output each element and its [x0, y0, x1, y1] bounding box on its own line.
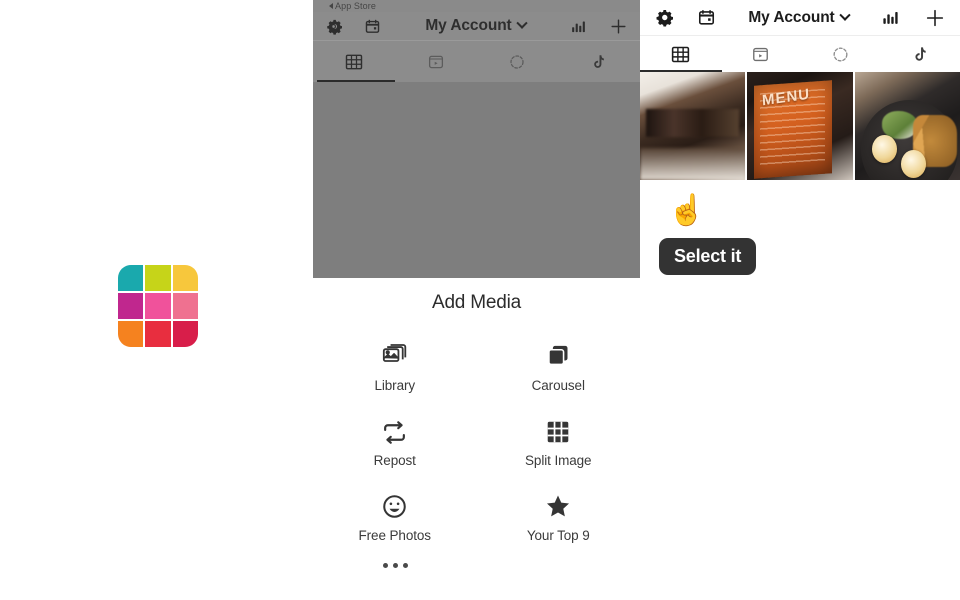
icon-tile-1	[145, 265, 171, 291]
pointing-up-hand-icon: ☝	[668, 194, 706, 227]
option-label: Library	[374, 378, 416, 393]
right-tab-bar	[640, 36, 960, 72]
back-link-label: App Store	[335, 1, 376, 11]
dimmed-content-overlay	[313, 82, 640, 278]
grid-photo-cafe[interactable]	[640, 72, 746, 180]
option-free-photos[interactable]: Free Photos	[313, 490, 477, 543]
option-label: Repost	[373, 453, 416, 468]
sidebar-item-reels[interactable]	[720, 36, 800, 72]
option-label: Split Image	[525, 453, 592, 468]
option-your-top-9[interactable]: Your Top 9	[477, 490, 641, 543]
icon-tile-6	[118, 321, 144, 347]
grid-photo-food-plate[interactable]	[854, 72, 960, 180]
middle-phone-panel: App Store My Account Add Media Library C…	[313, 0, 640, 600]
grid-photo-menu-board[interactable]: MENU	[747, 72, 853, 180]
smiley-face-icon	[381, 490, 408, 520]
icon-tile-3	[118, 293, 144, 319]
sidebar-item-reels[interactable]	[395, 41, 477, 82]
middle-app-header: My Account	[313, 12, 640, 41]
account-name: My Account	[748, 8, 835, 26]
egg-shape	[901, 149, 927, 178]
dot	[382, 563, 388, 568]
right-app-header: My Account	[640, 0, 960, 36]
middle-tab-bar	[313, 41, 640, 82]
icon-tile-0	[118, 265, 144, 291]
active-tab-indicator	[317, 79, 395, 82]
calendar-icon[interactable]	[697, 8, 716, 27]
sidebar-item-grid[interactable]	[313, 41, 395, 82]
account-switcher[interactable]: My Account	[381, 17, 570, 35]
right-phone-panel: My Account MENU	[640, 0, 960, 600]
icon-tile-7	[145, 321, 171, 347]
repeat-arrows-icon	[381, 415, 408, 445]
icon-tile-2	[172, 265, 198, 291]
add-media-sheet: Add Media Library Carousel Repost Split …	[313, 278, 640, 568]
media-grid-row: MENU	[640, 72, 960, 180]
plus-icon[interactable]	[924, 7, 946, 29]
star-icon	[544, 490, 572, 520]
option-label: Your Top 9	[526, 528, 590, 543]
bar-chart-icon[interactable]	[570, 18, 587, 35]
split-grid-icon	[545, 415, 571, 445]
account-name: My Account	[425, 17, 512, 34]
triangle-left-icon	[329, 3, 333, 9]
ellipsis-icon[interactable]	[382, 563, 408, 568]
gear-icon[interactable]	[654, 8, 673, 27]
icon-tile-8	[172, 321, 198, 347]
egg-shape	[871, 134, 897, 163]
calendar-icon[interactable]	[364, 18, 381, 35]
more-options-row	[313, 563, 640, 568]
gear-icon[interactable]	[325, 18, 342, 35]
screenshot-stage: App Store My Account Add Media Library C…	[0, 0, 960, 600]
icon-tile-4	[145, 293, 171, 319]
account-switcher[interactable]: My Account	[716, 9, 881, 27]
chevron-down-icon	[515, 17, 528, 29]
dot	[392, 563, 398, 568]
dot	[402, 563, 408, 568]
option-label: Carousel	[531, 378, 585, 393]
option-repost[interactable]: Repost	[313, 415, 477, 468]
bar-chart-icon[interactable]	[881, 8, 900, 27]
photo-stack-icon	[381, 340, 408, 370]
sidebar-item-tiktok[interactable]	[558, 41, 640, 82]
app-icon-grid	[118, 265, 198, 347]
ios-status-bar: App Store	[313, 0, 640, 12]
sheet-title: Add Media	[431, 292, 522, 313]
sidebar-item-story[interactable]	[477, 41, 559, 82]
sidebar-item-tiktok[interactable]	[880, 36, 960, 72]
back-to-app-store-link[interactable]: App Store	[329, 1, 376, 11]
icon-tile-5	[172, 293, 198, 319]
sidebar-item-grid[interactable]	[640, 36, 720, 72]
select-it-tooltip: Select it	[659, 238, 757, 275]
sidebar-item-story[interactable]	[800, 36, 880, 72]
option-label: Free Photos	[358, 528, 432, 543]
stacked-squares-icon	[545, 340, 572, 370]
menu-board-text: MENU	[761, 85, 811, 110]
option-carousel[interactable]: Carousel	[477, 340, 641, 393]
add-media-options: Library Carousel Repost Split Image Free…	[313, 340, 640, 543]
plus-icon[interactable]	[609, 17, 628, 36]
option-library[interactable]: Library	[313, 340, 477, 393]
app-logo	[118, 265, 198, 347]
option-split-image[interactable]: Split Image	[477, 415, 641, 468]
chevron-down-icon	[838, 9, 851, 21]
